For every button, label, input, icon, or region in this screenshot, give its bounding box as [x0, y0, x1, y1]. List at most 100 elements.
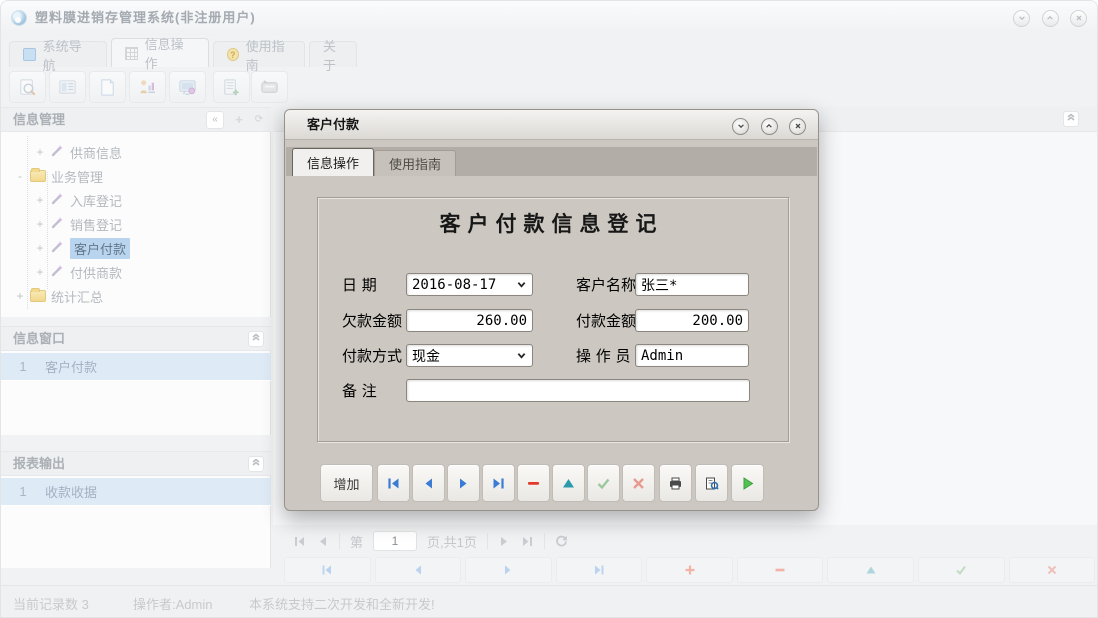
- record-cancel-button[interactable]: [1009, 557, 1096, 583]
- info-window-list: 1 客户付款: [1, 351, 271, 435]
- edit-button[interactable]: [552, 464, 585, 502]
- record-last-button[interactable]: [556, 557, 643, 583]
- record-add-button[interactable]: [646, 557, 733, 583]
- delete-button[interactable]: [517, 464, 550, 502]
- window-collapse-icon[interactable]: [1013, 10, 1030, 27]
- info-window-panel-title: 信息窗口: [13, 327, 65, 351]
- tab-system-nav[interactable]: 系统导航: [9, 41, 107, 67]
- wand-icon: [50, 239, 65, 257]
- tree-label: 销售登记: [70, 215, 122, 234]
- toolbar-operator-button[interactable]: [129, 71, 166, 103]
- confirm-button[interactable]: [587, 464, 620, 502]
- tree-expander[interactable]: +: [35, 241, 45, 255]
- record-next-button[interactable]: [465, 557, 552, 583]
- add-button[interactable]: 增加: [320, 464, 373, 502]
- window-controls: [1006, 9, 1087, 27]
- toolbar-monitor-button[interactable]: [169, 71, 206, 103]
- dialog-title-bar[interactable]: 客户付款: [285, 110, 818, 140]
- dialog-tab-info-ops[interactable]: 信息操作: [292, 148, 374, 176]
- toolbar-new-document-button[interactable]: [89, 71, 126, 103]
- nav-next-button[interactable]: [447, 464, 480, 502]
- toolbar-add-record-button[interactable]: [213, 71, 250, 103]
- debt-amount-input[interactable]: [406, 309, 533, 332]
- tree-item-pay-supplier[interactable]: + 付供商款: [35, 260, 122, 284]
- dialog-collapse-icon[interactable]: [732, 118, 749, 135]
- tree-expander[interactable]: +: [35, 217, 45, 231]
- panel-add-icon[interactable]: +: [230, 111, 248, 129]
- record-prev-button[interactable]: [375, 557, 462, 583]
- minus-icon: [774, 564, 786, 576]
- panel-collapse-up-icon[interactable]: [248, 456, 264, 472]
- first-icon: [321, 564, 333, 576]
- list-item[interactable]: 1 收款收据: [1, 478, 271, 506]
- operator-field-label: 操 作 员: [576, 344, 631, 368]
- page-prev-icon[interactable]: [316, 535, 329, 548]
- tree-item-statistics[interactable]: + 统计汇总: [15, 284, 103, 308]
- page-refresh-icon[interactable]: [555, 535, 568, 548]
- record-confirm-button[interactable]: [918, 557, 1005, 583]
- tree-expander[interactable]: +: [35, 193, 45, 207]
- nav-prev-button[interactable]: [412, 464, 445, 502]
- print-button[interactable]: [659, 464, 692, 502]
- dialog-controls: [725, 117, 806, 135]
- print-preview-button[interactable]: [695, 464, 728, 502]
- page-number-input[interactable]: [373, 531, 417, 551]
- toolbar-export-button[interactable]: [251, 71, 288, 103]
- remark-label: 备 注: [342, 379, 377, 403]
- tree-expander[interactable]: +: [35, 145, 45, 159]
- tree-expander[interactable]: +: [15, 289, 25, 303]
- cancel-button[interactable]: [622, 464, 655, 502]
- nav-first-button[interactable]: [377, 464, 410, 502]
- tree-expander[interactable]: +: [35, 265, 45, 279]
- panel-collapse-left-icon[interactable]: «: [206, 111, 224, 129]
- monitor-view-icon: [177, 77, 198, 98]
- operator-input[interactable]: [635, 344, 749, 367]
- wand-icon: [50, 143, 65, 161]
- panel-collapse-up-icon[interactable]: [248, 331, 264, 347]
- tab-about[interactable]: 关于: [309, 41, 357, 67]
- x-icon: [1046, 564, 1058, 576]
- tab-label: 使用指南: [246, 36, 291, 74]
- tab-info-ops[interactable]: 信息操作: [111, 38, 209, 67]
- page-last-icon[interactable]: [521, 535, 534, 548]
- tree-item-supplier-info[interactable]: + 供商信息: [35, 140, 122, 164]
- dialog-tab-user-guide[interactable]: 使用指南: [374, 150, 456, 176]
- tab-user-guide[interactable]: ? 使用指南: [213, 41, 305, 67]
- record-edit-button[interactable]: [827, 557, 914, 583]
- date-select[interactable]: 2016-08-17: [406, 273, 533, 296]
- page-first-icon[interactable]: [293, 535, 306, 548]
- panel-refresh-icon[interactable]: ⟳: [250, 111, 268, 129]
- nav-last-button[interactable]: [482, 464, 515, 502]
- dialog-expand-icon[interactable]: [761, 118, 778, 135]
- dialog-close-icon[interactable]: [789, 118, 806, 135]
- tree-item-inbound[interactable]: + 入库登记: [35, 188, 122, 212]
- minus-icon: [526, 476, 541, 491]
- record-first-button[interactable]: [284, 557, 371, 583]
- next-icon: [502, 564, 514, 576]
- wand-icon: [50, 215, 65, 233]
- tree-item-customer-payment[interactable]: + 客户付款: [35, 236, 130, 260]
- window-close-icon[interactable]: [1070, 10, 1087, 27]
- toolbar-report-button[interactable]: [49, 71, 86, 103]
- remark-input[interactable]: [406, 379, 750, 402]
- main-collapse-up-icon[interactable]: [1063, 111, 1079, 127]
- tree-item-sales[interactable]: + 销售登记: [35, 212, 122, 236]
- export-device-icon: [259, 77, 280, 98]
- next-icon: [456, 476, 471, 491]
- payment-amount-input[interactable]: [635, 309, 749, 332]
- page-next-icon[interactable]: [498, 535, 511, 548]
- tree-item-business-mgmt[interactable]: - 业务管理: [15, 164, 103, 188]
- run-button[interactable]: [731, 464, 764, 502]
- search-document-icon: [17, 77, 38, 98]
- window-expand-icon[interactable]: [1042, 10, 1059, 27]
- divider: [544, 533, 545, 549]
- customer-name-input[interactable]: [635, 273, 749, 296]
- payment-method-select[interactable]: 现金: [406, 344, 533, 367]
- tree-expander[interactable]: -: [15, 169, 25, 183]
- record-delete-button[interactable]: [737, 557, 824, 583]
- info-mgmt-panel-header: 信息管理 « + ⟳: [1, 107, 271, 132]
- list-item[interactable]: 1 客户付款: [1, 353, 271, 381]
- toolbar-search-button[interactable]: [9, 71, 46, 103]
- status-message: 本系统支持二次开发和全新开发!: [249, 594, 435, 613]
- chevron-down-icon: [517, 277, 526, 293]
